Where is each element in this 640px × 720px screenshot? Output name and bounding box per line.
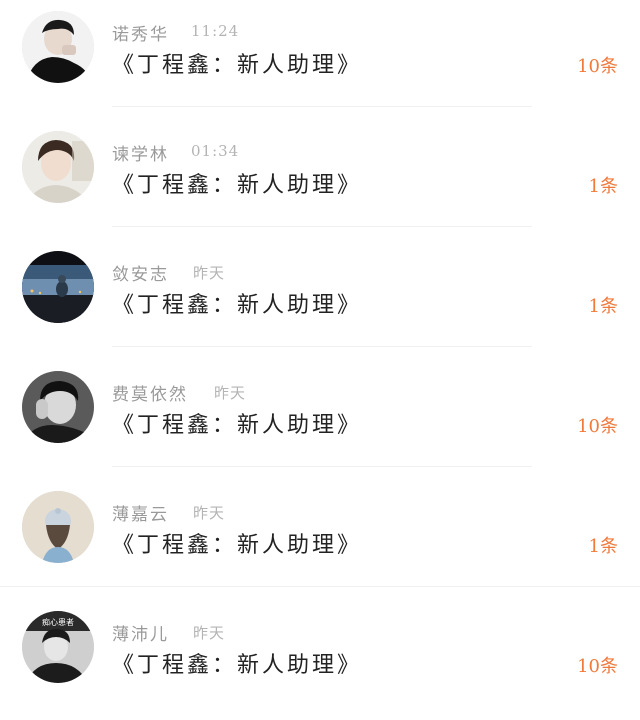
- message-time: 昨天: [193, 624, 226, 642]
- message-title: 《丁程鑫：新人助理》: [112, 653, 363, 678]
- message-time: 11:24: [191, 22, 240, 40]
- sender-name: 谏学林: [112, 145, 169, 165]
- message-count-badge: 10条: [577, 56, 618, 77]
- row-divider: [112, 106, 532, 107]
- person-avatar-icon[interactable]: [22, 491, 94, 563]
- person-avatar-icon[interactable]: 痴心患者: [22, 611, 94, 683]
- row-divider: [0, 586, 640, 587]
- row-divider: [112, 226, 532, 227]
- message-count-badge: 10条: [577, 416, 618, 437]
- message-row[interactable]: 谏学林 01:34 《丁程鑫：新人助理》 1条: [0, 120, 640, 240]
- avatar-caption: 痴心患者: [42, 617, 74, 627]
- row-divider: [112, 346, 532, 347]
- sender-name: 薄嘉云: [112, 505, 169, 525]
- sender-name: 敛安志: [112, 265, 169, 285]
- landscape-avatar-icon[interactable]: [22, 251, 94, 323]
- sender-name: 诺秀华: [112, 25, 169, 45]
- person-avatar-icon[interactable]: [22, 131, 94, 203]
- message-time: 昨天: [214, 384, 247, 402]
- message-time: 昨天: [193, 504, 226, 522]
- message-title: 《丁程鑫：新人助理》: [112, 293, 363, 318]
- sender-name: 费莫依然: [112, 385, 188, 405]
- message-row[interactable]: 敛安志 昨天 《丁程鑫：新人助理》 1条: [0, 240, 640, 360]
- person-avatar-icon[interactable]: [22, 371, 94, 443]
- message-title: 《丁程鑫：新人助理》: [112, 173, 363, 198]
- message-time: 01:34: [191, 142, 240, 160]
- message-time: 昨天: [193, 264, 226, 282]
- person-avatar-icon[interactable]: [22, 11, 94, 83]
- message-row[interactable]: 诺秀华 11:24 《丁程鑫：新人助理》 10条: [0, 0, 640, 120]
- message-count-badge: 1条: [588, 296, 618, 317]
- sender-name: 薄沛儿: [112, 625, 169, 645]
- message-count-badge: 1条: [588, 536, 618, 557]
- message-count-badge: 10条: [577, 656, 618, 677]
- row-divider: [112, 466, 532, 467]
- message-title: 《丁程鑫：新人助理》: [112, 533, 363, 558]
- message-title: 《丁程鑫：新人助理》: [112, 413, 363, 438]
- message-count-badge: 1条: [588, 176, 618, 197]
- message-list: 诺秀华 11:24 《丁程鑫：新人助理》 10条 谏学林 01:34 《丁程鑫：…: [0, 0, 640, 699]
- message-row[interactable]: 薄嘉云 昨天 《丁程鑫：新人助理》 1条: [0, 480, 640, 600]
- message-row[interactable]: 费莫依然 昨天 《丁程鑫：新人助理》 10条: [0, 360, 640, 480]
- message-title: 《丁程鑫：新人助理》: [112, 53, 363, 78]
- message-row[interactable]: 痴心患者 薄沛儿 昨天 《丁程鑫：新人助理》 10条: [0, 600, 640, 720]
